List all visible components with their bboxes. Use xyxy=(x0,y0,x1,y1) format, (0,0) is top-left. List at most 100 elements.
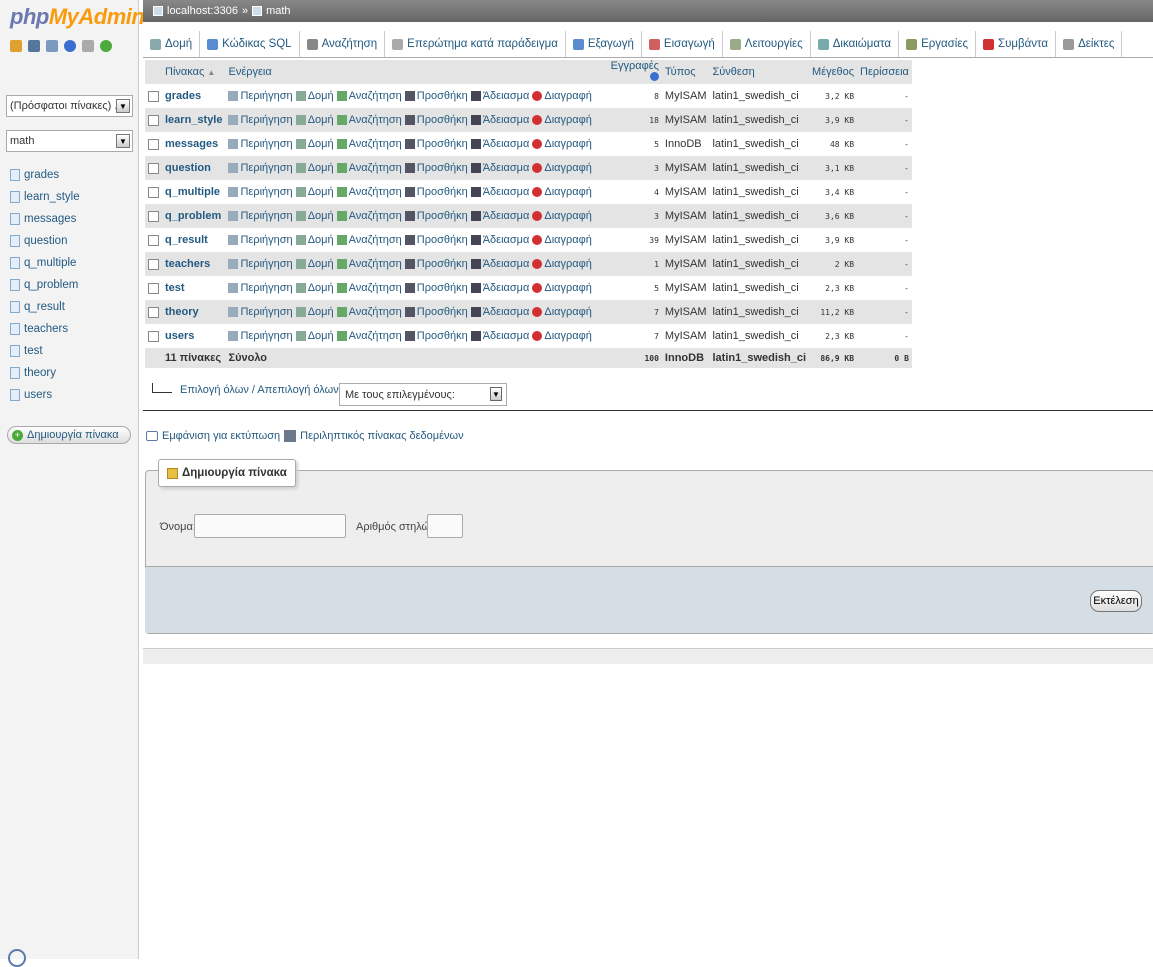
logout-icon[interactable] xyxy=(28,40,40,52)
action-browse[interactable]: Περιήγηση xyxy=(228,306,293,318)
action-structure[interactable]: Δομή xyxy=(295,258,334,270)
action-drop[interactable]: Διαγραφή xyxy=(532,258,592,270)
action-search[interactable]: Αναζήτηση xyxy=(336,282,402,294)
action-empty[interactable]: Άδειασμα xyxy=(470,330,529,342)
action-browse[interactable]: Περιήγηση xyxy=(228,186,293,198)
col-rows-header[interactable]: Εγγραφές xyxy=(597,60,662,84)
table-name[interactable]: q_multiple xyxy=(162,180,226,204)
create-table-button[interactable]: + Δημιουργία πίνακα xyxy=(7,426,131,444)
action-insert[interactable]: Προσθήκη xyxy=(404,114,468,126)
query-window-icon[interactable] xyxy=(46,40,58,52)
action-search[interactable]: Αναζήτηση xyxy=(336,162,402,174)
row-size[interactable]: 3,1 KB xyxy=(809,156,858,180)
table-name[interactable]: grades xyxy=(162,84,226,108)
action-insert[interactable]: Προσθήκη xyxy=(404,162,468,174)
table-icon[interactable] xyxy=(10,345,20,357)
table-icon[interactable] xyxy=(10,257,20,269)
table-icon[interactable] xyxy=(10,367,20,379)
action-search[interactable]: Αναζήτηση xyxy=(336,138,402,150)
tab-privileges[interactable]: Δικαιώματα xyxy=(811,31,900,57)
table-name[interactable]: question xyxy=(162,156,226,180)
action-insert[interactable]: Προσθήκη xyxy=(404,186,468,198)
row-checkbox[interactable] xyxy=(148,114,159,126)
docs-icon[interactable] xyxy=(64,40,76,52)
action-empty[interactable]: Άδειασμα xyxy=(470,234,529,246)
table-name-input[interactable] xyxy=(194,514,346,538)
tab-export[interactable]: Εξαγωγή xyxy=(566,31,642,57)
action-search[interactable]: Αναζήτηση xyxy=(336,234,402,246)
sidebar-table-label[interactable]: teachers xyxy=(24,322,68,336)
action-structure[interactable]: Δομή xyxy=(295,138,334,150)
table-name[interactable]: theory xyxy=(162,300,226,324)
action-empty[interactable]: Άδειασμα xyxy=(470,138,529,150)
action-structure[interactable]: Δομή xyxy=(295,114,334,126)
sidebar-table-question[interactable]: question xyxy=(10,234,80,256)
sidebar-table-label[interactable]: question xyxy=(24,234,67,248)
action-insert[interactable]: Προσθήκη xyxy=(404,234,468,246)
table-icon[interactable] xyxy=(10,235,20,247)
tab-triggers[interactable]: Δείκτες xyxy=(1056,31,1123,57)
row-checkbox[interactable] xyxy=(148,162,159,174)
tab-routines[interactable]: Εργασίες xyxy=(899,31,976,57)
action-structure[interactable]: Δομή xyxy=(295,162,334,174)
table-icon[interactable] xyxy=(10,279,20,291)
tab-structure[interactable]: Δομή xyxy=(143,31,201,57)
tab-search[interactable]: Αναζήτηση xyxy=(300,31,386,57)
table-name[interactable]: q_result xyxy=(162,228,226,252)
action-insert[interactable]: Προσθήκη xyxy=(404,258,468,270)
action-empty[interactable]: Άδειασμα xyxy=(470,186,529,198)
sidebar-table-grades[interactable]: grades xyxy=(10,168,80,190)
tab-import[interactable]: Εισαγωγή xyxy=(642,31,723,57)
action-empty[interactable]: Άδειασμα xyxy=(470,162,529,174)
tab-events[interactable]: Συμβάντα xyxy=(976,31,1057,57)
action-browse[interactable]: Περιήγηση xyxy=(228,258,293,270)
row-checkbox[interactable] xyxy=(148,258,159,270)
sidebar-table-label[interactable]: test xyxy=(24,344,43,358)
phpmyadmin-logo[interactable]: phpMyAdmin xyxy=(10,4,145,30)
action-empty[interactable]: Άδειασμα xyxy=(470,306,529,318)
sidebar-table-q_problem[interactable]: q_problem xyxy=(10,278,80,300)
action-search[interactable]: Αναζήτηση xyxy=(336,186,402,198)
row-checkbox[interactable] xyxy=(148,234,159,246)
sidebar-table-label[interactable]: q_multiple xyxy=(24,256,76,270)
action-browse[interactable]: Περιήγηση xyxy=(228,330,293,342)
row-size[interactable]: 2,3 KB xyxy=(809,324,858,348)
tab-operations[interactable]: Λειτουργίες xyxy=(723,31,811,57)
action-insert[interactable]: Προσθήκη xyxy=(404,282,468,294)
check-all-link[interactable]: Επιλογή όλων / Απεπιλογή όλων xyxy=(180,384,339,396)
action-empty[interactable]: Άδειασμα xyxy=(470,90,529,102)
row-size[interactable]: 2,3 KB xyxy=(809,276,858,300)
bottom-scrollbar[interactable] xyxy=(143,648,1153,664)
sidebar-table-label[interactable]: users xyxy=(24,388,52,402)
table-name[interactable]: messages xyxy=(162,132,226,156)
table-icon[interactable] xyxy=(10,169,20,181)
action-empty[interactable]: Άδειασμα xyxy=(470,258,529,270)
reload-icon[interactable] xyxy=(100,40,112,52)
action-drop[interactable]: Διαγραφή xyxy=(532,234,592,246)
action-browse[interactable]: Περιήγηση xyxy=(228,162,293,174)
sidebar-table-learn_style[interactable]: learn_style xyxy=(10,190,80,212)
action-empty[interactable]: Άδειασμα xyxy=(470,114,529,126)
action-browse[interactable]: Περιήγηση xyxy=(228,210,293,222)
home-icon[interactable] xyxy=(10,40,22,52)
table-icon[interactable] xyxy=(10,213,20,225)
sidebar-table-label[interactable]: q_problem xyxy=(24,278,78,292)
sidebar-table-teachers[interactable]: teachers xyxy=(10,322,80,344)
num-columns-input[interactable] xyxy=(427,514,463,538)
action-empty[interactable]: Άδειασμα xyxy=(470,282,529,294)
sidebar-table-label[interactable]: grades xyxy=(24,168,59,182)
action-insert[interactable]: Προσθήκη xyxy=(404,90,468,102)
sidebar-table-label[interactable]: theory xyxy=(24,366,56,380)
col-collation-header[interactable]: Σύνθεση xyxy=(709,60,810,84)
action-browse[interactable]: Περιήγηση xyxy=(228,234,293,246)
with-selected-select[interactable]: Με τους επιλεγμένους: ▼ xyxy=(339,383,507,406)
breadcrumb-server[interactable]: localhost:3306 xyxy=(167,5,238,17)
row-size[interactable]: 3,9 KB xyxy=(809,228,858,252)
action-structure[interactable]: Δομή xyxy=(295,330,334,342)
col-size-header[interactable]: Μέγεθος xyxy=(809,60,858,84)
table-name[interactable]: learn_style xyxy=(162,108,226,132)
action-structure[interactable]: Δομή xyxy=(295,90,334,102)
action-insert[interactable]: Προσθήκη xyxy=(404,330,468,342)
sidebar-table-label[interactable]: learn_style xyxy=(24,190,80,204)
action-structure[interactable]: Δομή xyxy=(295,234,334,246)
